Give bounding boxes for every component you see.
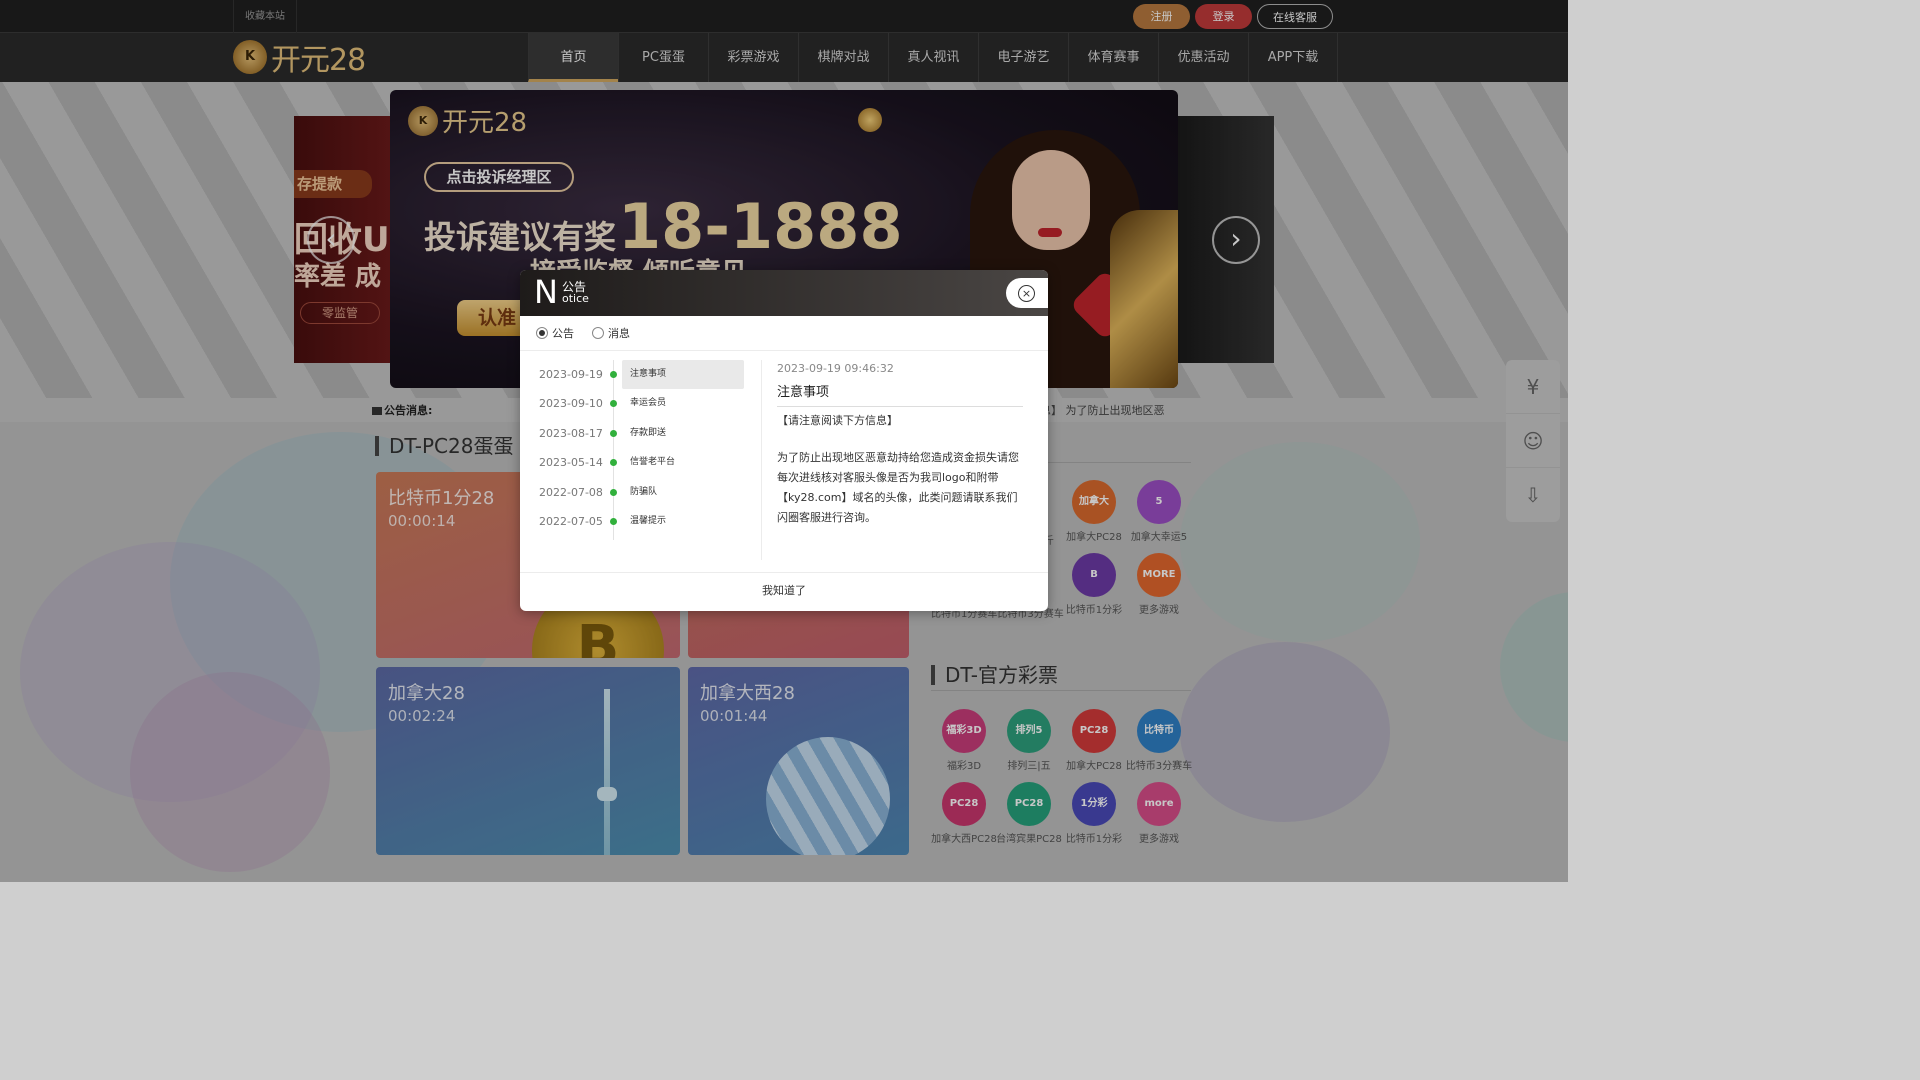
notice-title: 幸运会员: [630, 398, 667, 408]
notice-date: 2023-09-10: [539, 397, 603, 410]
notice-date: 2023-05-14: [539, 456, 603, 469]
close-icon: ×: [1018, 285, 1035, 302]
notice-detail-title: 注意事项: [777, 381, 1023, 407]
notice-date: 2023-09-19: [539, 368, 603, 381]
notice-list: 2023-09-19 注意事项 2023-09-10 幸运会员 2023-08-…: [520, 360, 762, 560]
timeline-dot-icon: [610, 489, 617, 496]
notice-letter: N: [534, 273, 558, 311]
radio-checked-icon: [536, 327, 548, 339]
timeline-dot-icon: [610, 518, 617, 525]
notice-divider: [520, 350, 1048, 351]
notice-list-item[interactable]: 2022-07-05 温馨提示: [520, 507, 762, 536]
tab-label: 公告: [552, 327, 574, 340]
notice-date: 2022-07-05: [539, 515, 603, 528]
timeline-dot-icon: [610, 371, 617, 378]
timeline-dot-icon: [610, 400, 617, 407]
tab-message[interactable]: 消息: [592, 325, 630, 341]
radio-unchecked-icon: [592, 327, 604, 339]
notice-title: 信誉老平台: [630, 457, 676, 467]
notice-title: 存款即送: [630, 428, 667, 438]
notice-list-item[interactable]: 2023-08-17 存款即送: [520, 419, 762, 448]
notice-modal: N 公告 otice × 公告 消息 2023-09-19 注意事项 2023-…: [520, 270, 1048, 611]
acknowledge-button[interactable]: 我知道了: [520, 582, 1048, 598]
notice-title-en: otice: [562, 292, 589, 305]
notice-modal-header: N 公告 otice ×: [520, 270, 1048, 316]
notice-list-item[interactable]: 2023-05-14 信誉老平台: [520, 448, 762, 477]
notice-detail-timestamp: 2023-09-19 09:46:32: [777, 362, 894, 375]
modal-footer-divider: [520, 572, 1048, 573]
timeline-dot-icon: [610, 459, 617, 466]
modal-close-button[interactable]: ×: [1006, 278, 1048, 308]
tab-label: 消息: [608, 327, 630, 340]
notice-date: 2023-08-17: [539, 427, 603, 440]
notice-detail-intro: 【请注意阅读下方信息】: [777, 414, 898, 427]
notice-list-item[interactable]: 2023-09-10 幸运会员: [520, 389, 762, 418]
notice-title: 温馨提示: [630, 516, 667, 526]
tab-announcement[interactable]: 公告: [536, 325, 574, 341]
notice-list-item[interactable]: 2023-09-19 注意事项: [520, 360, 762, 389]
notice-list-item[interactable]: 2022-07-08 防骗队: [520, 478, 762, 507]
timeline-dot-icon: [610, 430, 617, 437]
notice-date: 2022-07-08: [539, 486, 603, 499]
notice-title: 防骗队: [630, 487, 658, 497]
notice-title: 注意事项: [622, 360, 744, 389]
notice-detail-body: 为了防止出现地区恶意劫持给您造成资金损失请您每次进线核对客服头像是否为我司log…: [777, 451, 1019, 524]
notice-tabs: 公告 消息: [536, 325, 648, 341]
notice-detail: 2023-09-19 09:46:32 注意事项 【请注意阅读下方信息】 为了防…: [777, 362, 1023, 528]
